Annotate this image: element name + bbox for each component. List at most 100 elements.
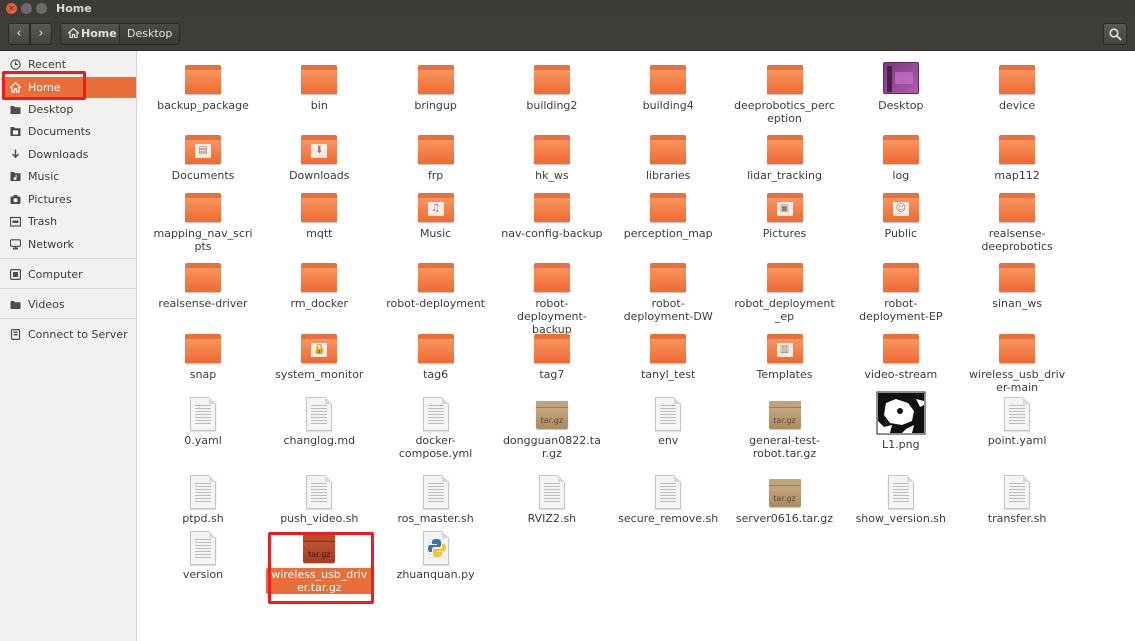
file-item-tag6[interactable]: tag6 xyxy=(378,331,494,381)
file-item-pictures[interactable]: ▣ Pictures xyxy=(727,190,843,240)
sidebar-item-documents[interactable]: Documents xyxy=(4,121,136,142)
file-item-mapping-nav-scripts[interactable]: mapping_nav_scripts xyxy=(145,190,261,253)
breadcrumb-desktop[interactable]: Desktop xyxy=(119,23,181,45)
file-item-rviz2-sh[interactable]: RVIZ2.sh xyxy=(494,475,610,525)
file-item-nav-config-backup[interactable]: nav-config-backup xyxy=(494,190,610,240)
file-item-public[interactable]: ☺ Public xyxy=(843,190,959,240)
minimize-window-button[interactable] xyxy=(21,3,32,14)
file-item-robot-deployment-ep[interactable]: robot_deployment_ep xyxy=(727,260,843,323)
file-label: device xyxy=(999,99,1036,112)
script-file-icon xyxy=(301,475,337,509)
file-item-bin[interactable]: bin xyxy=(261,62,377,112)
file-item-robot-deployment-backup[interactable]: robot-deployment-backup xyxy=(494,260,610,336)
file-item-ros-master-sh[interactable]: ros_master.sh xyxy=(378,475,494,525)
file-item-server0616-tar-gz[interactable]: tar.gz server0616.tar.gz xyxy=(727,475,843,525)
sidebar-item-computer[interactable]: Computer xyxy=(4,264,136,285)
sidebar-item-pictures[interactable]: Pictures xyxy=(4,189,136,210)
breadcrumb-home[interactable]: Home xyxy=(60,23,125,45)
file-item-ptpd-sh[interactable]: ptpd.sh xyxy=(145,475,261,525)
file-item-music[interactable]: ♫ Music xyxy=(378,190,494,240)
file-item-hk-ws[interactable]: hk_ws xyxy=(494,132,610,182)
text-file-icon xyxy=(650,397,686,431)
file-item-robot-deployment-dw[interactable]: robot-deployment-DW xyxy=(610,260,726,323)
sidebar-item-label: Trash xyxy=(28,215,58,228)
forward-button[interactable]: › xyxy=(30,23,52,45)
sidebar-item-label: Music xyxy=(28,170,60,183)
folder-icon xyxy=(533,62,570,96)
maximize-window-button[interactable] xyxy=(36,3,47,14)
file-item-building4[interactable]: building4 xyxy=(610,62,726,112)
file-label: map112 xyxy=(994,169,1040,182)
file-label: building4 xyxy=(642,99,694,112)
file-item-libraries[interactable]: libraries xyxy=(610,132,726,182)
file-label: deeprobotics_perception xyxy=(734,99,835,125)
file-label: tag7 xyxy=(539,368,565,381)
sidebar-item-network[interactable]: Network xyxy=(4,234,136,255)
file-item-system-monitor[interactable]: 🔒 system_monitor xyxy=(261,331,377,381)
file-item-dongguan0822-tar-gz[interactable]: tar.gz dongguan0822.tar.gz xyxy=(494,397,610,460)
file-item-tanyl-test[interactable]: tanyl_test xyxy=(610,331,726,381)
desktop-folder-icon xyxy=(882,62,919,96)
file-item-show-version-sh[interactable]: show_version.sh xyxy=(843,475,959,525)
folder-icon xyxy=(882,132,919,166)
file-item-lidar-tracking[interactable]: lidar_tracking xyxy=(727,132,843,182)
file-item-point-yaml[interactable]: point.yaml xyxy=(959,397,1075,447)
sidebar-item-trash[interactable]: Trash xyxy=(4,211,136,232)
file-item-backup-package[interactable]: backup_package xyxy=(145,62,261,112)
file-item-frp[interactable]: frp xyxy=(378,132,494,182)
file-item-building2[interactable]: building2 xyxy=(494,62,610,112)
sidebar-item-connect-to-server[interactable]: Connect to Server xyxy=(4,324,136,345)
file-item-transfer-sh[interactable]: transfer.sh xyxy=(959,475,1075,525)
clock-icon xyxy=(10,59,21,70)
file-item-documents[interactable]: ▤ Documents xyxy=(145,132,261,182)
file-item-secure-remove-sh[interactable]: secure_remove.sh xyxy=(610,475,726,525)
chevron-left-icon: ‹ xyxy=(16,26,22,41)
file-item-log[interactable]: log xyxy=(843,132,959,182)
file-item-env[interactable]: env xyxy=(610,397,726,447)
file-item-snap[interactable]: snap xyxy=(145,331,261,381)
file-label: Downloads xyxy=(289,169,350,182)
file-item-rm-docker[interactable]: rm_docker xyxy=(261,260,377,310)
file-item-map112[interactable]: map112 xyxy=(959,132,1075,182)
file-item-realsense-driver[interactable]: realsense-driver xyxy=(145,260,261,310)
folder-icon xyxy=(999,62,1036,96)
file-item-push-video-sh[interactable]: push_video.sh xyxy=(261,475,377,525)
file-item-sinan-ws[interactable]: sinan_ws xyxy=(959,260,1075,310)
back-button[interactable]: ‹ xyxy=(8,23,30,45)
file-item-deeprobotics-perception[interactable]: deeprobotics_perception xyxy=(727,62,843,125)
file-label: Desktop xyxy=(878,99,924,112)
folder-icon xyxy=(766,62,803,96)
file-item-downloads[interactable]: ⬇ Downloads xyxy=(261,132,377,182)
toolbar: ‹ › Home Desktop xyxy=(0,17,1135,51)
file-item-general-test-robot-tar-gz[interactable]: tar.gz general-test-robot.tar.gz xyxy=(727,397,843,460)
file-item-wireless-usb-driver-main[interactable]: wireless_usb_driver-main xyxy=(959,331,1075,394)
file-item-bringup[interactable]: bringup xyxy=(378,62,494,112)
file-item-docker-compose-yml[interactable]: docker-compose.yml xyxy=(378,397,494,460)
folder-icon xyxy=(533,331,570,365)
sidebar-item-desktop[interactable]: Desktop xyxy=(4,99,136,120)
file-item-mqtt[interactable]: mqtt xyxy=(261,190,377,240)
sidebar-item-downloads[interactable]: Downloads xyxy=(4,144,136,165)
search-button[interactable] xyxy=(1103,23,1127,45)
file-item-robot-deployment[interactable]: robot-deployment xyxy=(378,260,494,310)
file-label: nav-config-backup xyxy=(501,227,603,240)
file-item-0-yaml[interactable]: 0.yaml xyxy=(145,397,261,447)
file-item-templates[interactable]: ▥ Templates xyxy=(727,331,843,381)
file-item-device[interactable]: device xyxy=(959,62,1075,112)
file-item-version[interactable]: version xyxy=(145,531,261,581)
file-item-video-stream[interactable]: video-stream xyxy=(843,331,959,381)
file-item-zhuanquan-py[interactable]: zhuanquan.py xyxy=(378,531,494,581)
file-item-realsense-deeprobotics[interactable]: realsense-deeprobotics xyxy=(959,190,1075,253)
folder-icon xyxy=(10,301,21,309)
sidebar-item-music[interactable]: Music xyxy=(4,166,136,187)
file-item-tag7[interactable]: tag7 xyxy=(494,331,610,381)
file-item-l1-png[interactable]: L1.png xyxy=(843,391,959,451)
folder-icon xyxy=(417,260,454,294)
file-item-robot-deployment-ep[interactable]: robot-deployment-EP xyxy=(843,260,959,323)
file-item-perception-map[interactable]: perception_map xyxy=(610,190,726,240)
file-item-desktop[interactable]: Desktop xyxy=(843,62,959,112)
folder-icon xyxy=(417,132,454,166)
close-window-button[interactable]: ✕ xyxy=(6,3,17,14)
file-item-changlog-md[interactable]: changlog.md xyxy=(261,397,377,447)
sidebar-item-videos[interactable]: Videos xyxy=(4,294,136,315)
